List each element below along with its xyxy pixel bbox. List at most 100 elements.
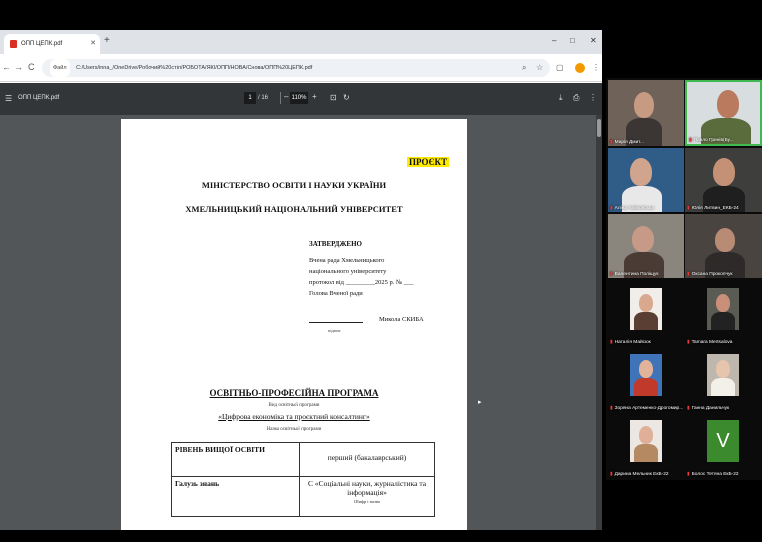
video-call-panel: ▮ Марія Дмит... ▮ Павло Гринів(Бу... ▮ Алін… <box>606 78 762 480</box>
mic-muted-icon: ▮ <box>610 406 613 411</box>
program-name-caption: Назва освітньої програми <box>266 427 322 432</box>
profile-avatar[interactable] <box>575 63 585 73</box>
scrollbar-thumb[interactable] <box>597 119 601 137</box>
tab-strip: ОПП ЦЕПК.pdf ✕ + – □ ✕ <box>0 30 602 54</box>
participant-tile[interactable]: ▮ Оксана Прокопчук <box>685 214 762 278</box>
participant-tile-active-speaker[interactable]: ▮ Павло Гринів(Бу... <box>685 80 762 146</box>
more-options-icon[interactable]: ⋮ <box>589 93 597 102</box>
screen: ОПП ЦЕПК.pdf ✕ + – □ ✕ ← → C Файл C:/Use… <box>0 0 762 542</box>
participant-name: ▮ Дарина Мельник ЕкБ-22 <box>610 472 669 477</box>
toolbar-divider <box>280 92 281 104</box>
program-type: ОСВІТНЬО-ПРОФЕСІЙНА ПРОГРАМА <box>209 388 379 398</box>
participant-tile[interactable]: ▮ Юлія Литвин_ЕКБ-24 <box>685 148 762 212</box>
pdf-file-name: ОПП ЦЕПК.pdf <box>18 95 60 101</box>
forward-button[interactable]: → <box>14 62 23 72</box>
participant-name: ▮ Валентина Поліщук <box>610 272 659 277</box>
pdf-toolbar: ☰ ОПП ЦЕПК.pdf 1 / 16 – 110% + ⊡ ↻ ⤓ ⎙ ⋮ <box>0 83 602 115</box>
participant-video <box>717 90 739 118</box>
participant-tile[interactable]: ▮ Наталія Майсюк <box>608 284 684 346</box>
mic-muted-icon: ▮ <box>687 272 690 277</box>
avatar <box>630 354 662 396</box>
tab-pdf[interactable]: ОПП ЦЕПК.pdf ✕ <box>4 34 100 54</box>
participant-name: ▮ Аліна Чайковська <box>610 206 654 211</box>
program-name: «Цифрова економіка та проєктний консалти… <box>218 412 370 421</box>
avatar: V <box>707 420 739 462</box>
rotate-icon[interactable]: ↻ <box>343 93 350 102</box>
pdf-scrollbar[interactable] <box>596 115 602 530</box>
pdf-viewport[interactable]: ПРОЄКТ МІНІСТЕРСТВО ОСВІТИ І НАУКИ УКРАЇ… <box>0 115 602 530</box>
mic-muted-icon: ▮ <box>687 340 690 345</box>
minimize-button[interactable]: – <box>552 36 556 45</box>
mic-muted-icon: ▮ <box>610 206 613 211</box>
ministry-heading: МІНІСТЕРСТВО ОСВІТИ І НАУКИ УКРАЇНИ <box>201 180 387 190</box>
signatory-name: Микола СКИБА <box>379 316 424 323</box>
mouse-cursor-icon: ▸ <box>478 399 482 406</box>
participant-tile[interactable]: ▮ Валентина Поліщук <box>608 214 684 278</box>
zoom-input[interactable]: 110% <box>290 92 308 104</box>
table-row: Галузь знань С «Соціальні науки, журналі… <box>171 476 435 517</box>
participant-name: ▮ Павло Гринів(Бу... <box>689 138 734 143</box>
avatar <box>707 288 739 330</box>
tab-close-icon[interactable]: ✕ <box>90 39 96 47</box>
star-icon[interactable]: ☆ <box>536 63 543 72</box>
participant-name: ▮ Зоряна Артеменко-Дрогомир... <box>610 406 684 411</box>
close-window-button[interactable]: ✕ <box>590 36 597 45</box>
mic-muted-icon: ▮ <box>687 472 690 477</box>
avatar <box>630 288 662 330</box>
participant-video <box>634 92 654 118</box>
address-chip: Файл <box>50 59 70 77</box>
back-button[interactable]: ← <box>2 62 11 72</box>
program-info-table: РІВЕНЬ ВИЩОЇ ОСВІТИ перший (бакалаврськи… <box>171 442 435 517</box>
participant-tile[interactable]: ▮ Tamara Mertsalova <box>685 284 762 346</box>
participant-tile[interactable]: ▮ Дарина Мельник ЕкБ-22 <box>608 416 684 478</box>
extension-icon[interactable]: ▢ <box>556 63 564 72</box>
table-value-text: С «Соціальні науки, журналістика та інфо… <box>307 479 427 497</box>
table-value-cell: перший (бакалаврський) <box>299 442 435 477</box>
address-bar[interactable]: Файл C:/Users/inna_/OneDrive/Робочий%20с… <box>42 59 550 77</box>
avatar <box>707 354 739 396</box>
page-total: / 16 <box>258 95 269 101</box>
page-number-input[interactable]: 1 <box>244 92 256 104</box>
draft-stamp: ПРОЄКТ <box>407 157 450 167</box>
sidebar-menu-icon[interactable]: ☰ <box>5 94 12 103</box>
menu-icon[interactable]: ⋮ <box>592 63 600 72</box>
table-value-cell: С «Соціальні науки, журналістика та інфо… <box>299 476 435 517</box>
maximize-button[interactable]: □ <box>570 36 575 45</box>
participant-tile[interactable]: ▮ Марія Дмит... <box>608 80 684 146</box>
mic-muted-icon: ▮ <box>610 340 613 345</box>
approval-line: Голова Вченої ради <box>309 290 363 297</box>
mic-muted-icon: ▮ <box>689 138 692 143</box>
participant-name: ▮ Ганна Данильчук <box>687 406 730 411</box>
approval-line: національного університету <box>309 268 387 275</box>
table-label-cell: РІВЕНЬ ВИЩОЇ ОСВІТИ <box>171 442 300 477</box>
participant-video <box>630 158 652 186</box>
new-tab-button[interactable]: + <box>104 35 110 46</box>
signature-line <box>309 322 363 323</box>
participant-name: ▮ Наталія Майсюк <box>610 340 651 345</box>
zoom-icon[interactable]: ⌕ <box>522 63 526 73</box>
reload-button[interactable]: C <box>28 62 35 72</box>
program-type-caption: Вид освітньої програми <box>268 403 320 408</box>
participant-video <box>632 226 654 252</box>
address-text: C:/Users/inna_/OneDrive/Робочий%20стіл/Р… <box>76 65 313 71</box>
mic-muted-icon: ▮ <box>687 206 690 211</box>
university-heading: ХМЕЛЬНИЦЬКИЙ НАЦІОНАЛЬНИЙ УНІВЕРСИТЕТ <box>185 204 403 214</box>
participant-tile[interactable]: ▮ Ганна Данильчук <box>685 350 762 412</box>
zoom-in-button[interactable]: + <box>312 92 317 101</box>
table-row: РІВЕНЬ ВИЩОЇ ОСВІТИ перший (бакалаврськи… <box>171 442 435 477</box>
approval-line: протокол від _________2025 р. № ___ <box>309 279 414 286</box>
fit-page-icon[interactable]: ⊡ <box>330 93 337 102</box>
participant-name: ▮ Болос Тетяна ЕкБ-22 <box>687 472 739 477</box>
participant-tile[interactable]: ▮ Аліна Чайковська <box>608 148 684 212</box>
participant-tile[interactable]: ▮ Зоряна Артеменко-Дрогомир... <box>608 350 684 412</box>
download-icon[interactable]: ⤓ <box>559 93 563 103</box>
participant-tile[interactable]: V ▮ Болос Тетяна ЕкБ-22 <box>685 416 762 478</box>
table-value-caption: Шифр і назва <box>354 499 380 504</box>
participant-name: ▮ Марія Дмит... <box>610 140 644 145</box>
mic-muted-icon: ▮ <box>610 472 613 477</box>
print-icon[interactable]: ⎙ <box>573 93 579 103</box>
mic-muted-icon: ▮ <box>687 406 690 411</box>
zoom-out-button[interactable]: – <box>284 92 288 101</box>
pdf-file-icon <box>10 40 17 48</box>
mic-muted-icon: ▮ <box>610 272 613 277</box>
